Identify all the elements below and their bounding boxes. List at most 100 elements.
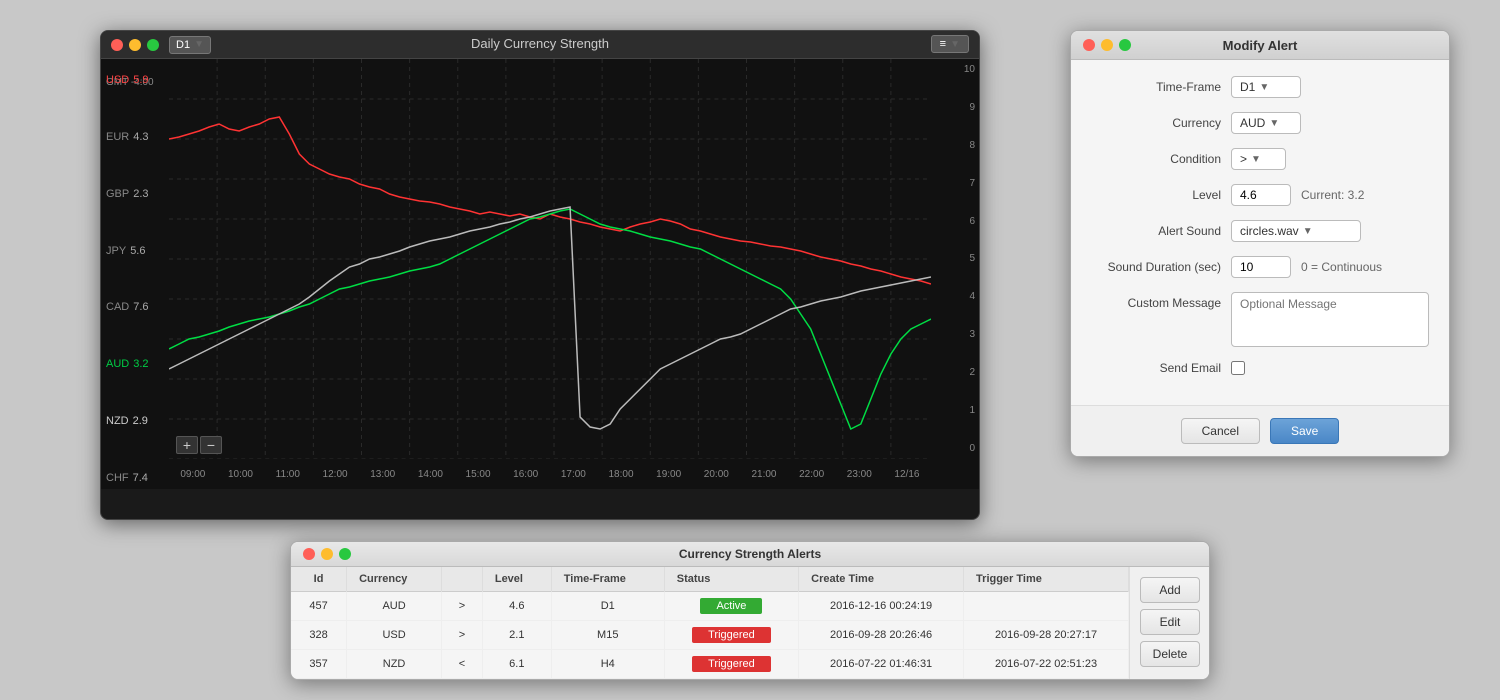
alert-sound-select[interactable]: circles.wav ▼ xyxy=(1231,220,1361,242)
dialog-close-button[interactable] xyxy=(1083,39,1095,51)
status-badge: Triggered xyxy=(692,656,771,672)
timeframe-dropdown[interactable]: D1 ▼ xyxy=(169,36,211,54)
col-level: Level xyxy=(482,567,551,592)
chart-menu-button[interactable]: ≡ ▼ xyxy=(931,35,969,53)
table-row[interactable]: 457 AUD > 4.6 D1 Active 2016-12-16 00:24… xyxy=(291,592,1129,621)
table-row[interactable]: 328 USD > 2.1 M15 Triggered 2016-09-28 2… xyxy=(291,621,1129,650)
col-currency: Currency xyxy=(347,567,442,592)
cell-timeframe: D1 xyxy=(551,592,664,621)
cell-create-time: 2016-09-28 20:26:46 xyxy=(799,621,964,650)
table-header-row: Id Currency Level Time-Frame Status Crea… xyxy=(291,567,1129,592)
zoom-in-button[interactable]: + xyxy=(176,436,198,454)
condition-label: Condition xyxy=(1091,152,1221,166)
chart-titlebar: D1 ▼ Daily Currency Strength ≡ ▼ xyxy=(101,31,979,59)
table-row[interactable]: 357 NZD < 6.1 H4 Triggered 2016-07-22 01… xyxy=(291,650,1129,679)
status-badge: Active xyxy=(700,598,762,614)
cell-currency: NZD xyxy=(347,650,442,679)
send-email-checkbox[interactable] xyxy=(1231,361,1245,375)
modify-alert-dialog: Modify Alert Time-Frame D1 ▼ Currency AU… xyxy=(1070,30,1450,457)
currency-usd: USD 5.9 xyxy=(101,74,169,86)
sound-duration-input[interactable] xyxy=(1231,256,1291,278)
status-badge: Triggered xyxy=(692,627,771,643)
cell-condition: > xyxy=(442,621,483,650)
cancel-button[interactable]: Cancel xyxy=(1181,418,1260,444)
col-condition xyxy=(442,567,483,592)
cell-condition: > xyxy=(442,592,483,621)
zoom-controls: + − xyxy=(176,436,222,454)
cell-create-time: 2016-12-16 00:24:19 xyxy=(799,592,964,621)
dialog-title: Modify Alert xyxy=(1223,38,1298,53)
alerts-minimize-button[interactable] xyxy=(321,548,333,560)
dialog-minimize-button[interactable] xyxy=(1101,39,1113,51)
currency-chf: CHF 7.4 xyxy=(101,472,169,484)
dialog-body: Time-Frame D1 ▼ Currency AUD ▼ Condition… xyxy=(1071,60,1449,405)
cell-condition: < xyxy=(442,650,483,679)
delete-button[interactable]: Delete xyxy=(1140,641,1200,667)
alerts-title: Currency Strength Alerts xyxy=(679,547,821,561)
alerts-table: Id Currency Level Time-Frame Status Crea… xyxy=(291,567,1129,679)
currency-label: Currency xyxy=(1091,116,1221,130)
cell-id: 328 xyxy=(291,621,347,650)
col-trigger-time: Trigger Time xyxy=(964,567,1129,592)
level-input[interactable]: 4.6 xyxy=(1231,184,1291,206)
condition-row: Condition > ▼ xyxy=(1091,148,1429,170)
cell-status: Triggered xyxy=(664,621,798,650)
chevron-down-icon: ▼ xyxy=(1303,226,1313,237)
close-button[interactable] xyxy=(111,39,123,51)
currency-select[interactable]: AUD ▼ xyxy=(1231,112,1301,134)
col-create-time: Create Time xyxy=(799,567,964,592)
cell-trigger-time: 2016-07-22 02:51:23 xyxy=(964,650,1129,679)
custom-message-textarea[interactable] xyxy=(1231,292,1429,347)
currency-jpy: JPY 5.6 xyxy=(101,245,169,257)
cell-timeframe: H4 xyxy=(551,650,664,679)
col-id: Id xyxy=(291,567,347,592)
col-status: Status xyxy=(664,567,798,592)
sound-duration-row: Sound Duration (sec) 0 = Continuous xyxy=(1091,256,1429,278)
cell-create-time: 2016-07-22 01:46:31 xyxy=(799,650,964,679)
edit-button[interactable]: Edit xyxy=(1140,609,1200,635)
alerts-maximize-button[interactable] xyxy=(339,548,351,560)
alerts-window-controls xyxy=(303,548,351,560)
alerts-body: Id Currency Level Time-Frame Status Crea… xyxy=(291,567,1209,679)
send-email-row: Send Email xyxy=(1091,361,1429,375)
currency-aud: AUD 3.2 xyxy=(101,358,169,370)
chevron-down-icon: ▼ xyxy=(950,39,960,50)
maximize-button[interactable] xyxy=(147,39,159,51)
window-controls xyxy=(111,39,159,51)
alert-sound-row: Alert Sound circles.wav ▼ xyxy=(1091,220,1429,242)
cell-trigger-time: 2016-09-28 20:27:17 xyxy=(964,621,1129,650)
zoom-out-button[interactable]: − xyxy=(200,436,222,454)
chart-svg xyxy=(169,59,931,459)
right-axis: 10 9 8 7 6 5 4 3 2 1 0 xyxy=(931,59,979,459)
col-timeframe: Time-Frame xyxy=(551,567,664,592)
alerts-close-button[interactable] xyxy=(303,548,315,560)
current-value-label: Current: 3.2 xyxy=(1301,188,1364,202)
dialog-footer: Cancel Save xyxy=(1071,405,1449,456)
timeframe-label: Time-Frame xyxy=(1091,80,1221,94)
save-button[interactable]: Save xyxy=(1270,418,1339,444)
chevron-down-icon: ▼ xyxy=(1251,154,1261,165)
level-label: Level xyxy=(1091,188,1221,202)
currency-row: Currency AUD ▼ xyxy=(1091,112,1429,134)
cell-currency: AUD xyxy=(347,592,442,621)
alert-sound-label: Alert Sound xyxy=(1091,224,1221,238)
custom-message-row: Custom Message xyxy=(1091,292,1429,347)
send-email-checkbox-container xyxy=(1231,361,1245,375)
condition-select[interactable]: > ▼ xyxy=(1231,148,1286,170)
alerts-titlebar: Currency Strength Alerts xyxy=(291,542,1209,567)
chevron-down-icon: ▼ xyxy=(194,39,204,50)
duration-hint: 0 = Continuous xyxy=(1301,260,1382,274)
chart-body: GMT -4:00 USD 5.9 EUR 4.3 GBP 2.3 JPY 5.… xyxy=(101,59,979,489)
cell-level: 6.1 xyxy=(482,650,551,679)
dialog-titlebar: Modify Alert xyxy=(1071,31,1449,60)
cell-timeframe: M15 xyxy=(551,621,664,650)
timeframe-select[interactable]: D1 ▼ xyxy=(1231,76,1301,98)
timeframe-row: Time-Frame D1 ▼ xyxy=(1091,76,1429,98)
currency-labels: USD 5.9 EUR 4.3 GBP 2.3 JPY 5.6 CAD 7.6 … xyxy=(101,59,169,489)
chart-canvas xyxy=(169,59,931,459)
sound-duration-label: Sound Duration (sec) xyxy=(1091,260,1221,274)
chevron-down-icon: ▼ xyxy=(1269,118,1279,129)
minimize-button[interactable] xyxy=(129,39,141,51)
add-button[interactable]: Add xyxy=(1140,577,1200,603)
dialog-maximize-button[interactable] xyxy=(1119,39,1131,51)
